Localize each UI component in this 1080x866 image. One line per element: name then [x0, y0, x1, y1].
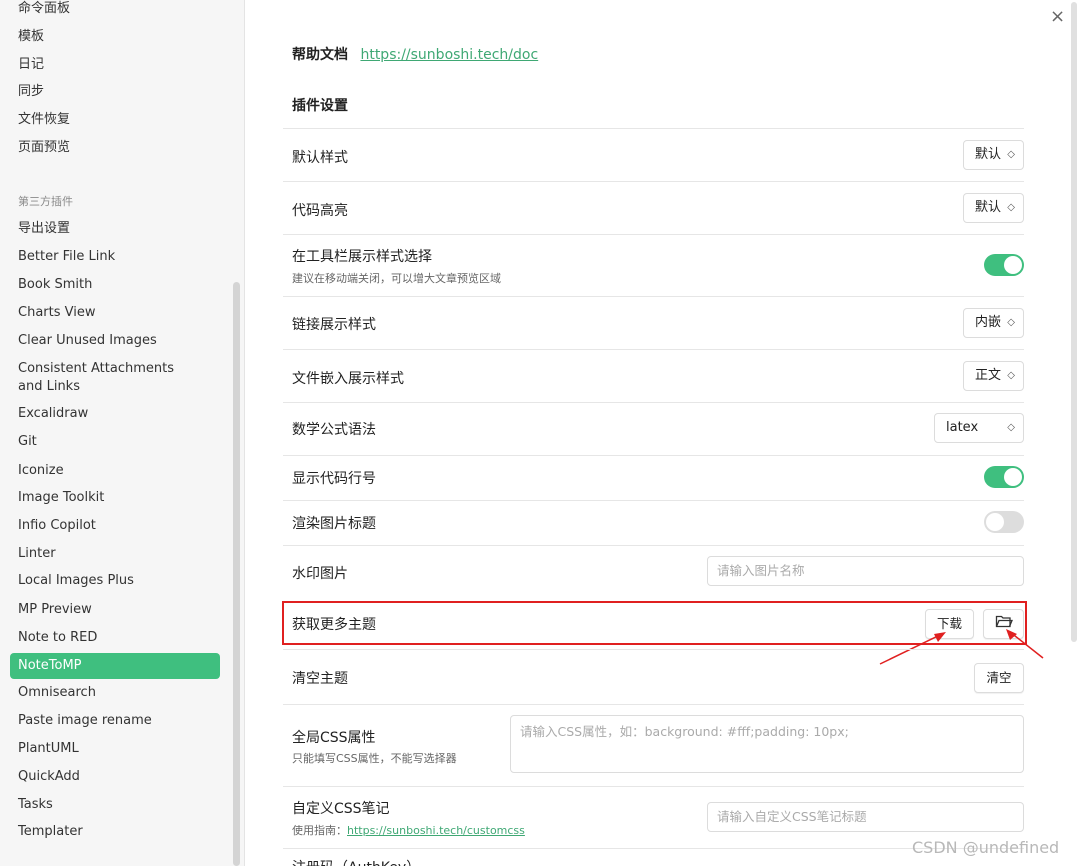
select-value: 默认	[975, 200, 1002, 215]
sidebar-item-consistent-attachments[interactable]: Consistent Attachments and Links	[10, 360, 200, 396]
select-value: 内嵌	[975, 315, 1002, 330]
select-value: 正文	[975, 368, 1002, 383]
settings-sidebar: 命令面板 模板 日记 同步 文件恢复 页面预览 第三方插件 导出设置 Bette…	[0, 0, 245, 866]
setting-label: 代码高亮	[292, 203, 348, 219]
chevron-updown-icon: ◇	[1007, 202, 1015, 213]
setting-math-syntax: 数学公式语法 latex ◇	[283, 402, 1024, 455]
setting-label: 在工具栏展示样式选择	[292, 249, 432, 265]
select-value: latex	[946, 420, 979, 435]
sidebar-item-infio-copilot[interactable]: Infio Copilot	[10, 517, 220, 535]
setting-default-style: 默认样式 默认 ◇	[283, 128, 1024, 181]
sidebar-item-note-to-red[interactable]: Note to RED	[10, 629, 220, 647]
sidebar-item-excalidraw[interactable]: Excalidraw	[10, 405, 220, 423]
chevron-updown-icon: ◇	[1007, 370, 1015, 381]
image-caption-toggle[interactable]	[984, 511, 1024, 533]
setting-watermark: 水印图片 请输入图片名称	[283, 545, 1024, 601]
toggle-knob	[1004, 468, 1022, 486]
sidebar-item-image-toolkit[interactable]: Image Toolkit	[10, 489, 220, 507]
line-numbers-toggle[interactable]	[984, 466, 1024, 488]
toolbar-style-toggle[interactable]	[984, 254, 1024, 276]
sidebar-item-file-recovery[interactable]: 文件恢复	[10, 111, 220, 129]
setting-label: 注册码（AuthKey）	[292, 857, 420, 866]
toggle-knob	[986, 513, 1004, 531]
setting-description: 只能填写CSS属性，不能写选择器	[292, 752, 457, 765]
setting-label: 清空主题	[292, 671, 348, 687]
setting-label: 渲染图片标题	[292, 516, 376, 532]
toggle-knob	[1004, 256, 1022, 274]
help-label: 帮助文档	[292, 47, 348, 63]
sidebar-item-templater[interactable]: Templater	[10, 823, 220, 841]
help-row: 帮助文档 https://sunboshi.tech/doc	[292, 44, 538, 64]
sidebar-item-linter[interactable]: Linter	[10, 545, 220, 563]
select-value: 默认	[975, 147, 1002, 162]
setting-link-style: 链接展示样式 内嵌 ◇	[283, 296, 1024, 349]
embed-style-select[interactable]: 正文 ◇	[963, 361, 1024, 391]
clear-theme-button[interactable]: 清空	[974, 663, 1024, 693]
custom-css-guide-link[interactable]: https://sunboshi.tech/customcss	[347, 824, 525, 837]
section-title: 插件设置	[292, 98, 348, 114]
code-highlight-select[interactable]: 默认 ◇	[963, 193, 1024, 223]
csdn-watermark: CSDN @undefined	[912, 838, 1060, 857]
sidebar-item-clear-unused-images[interactable]: Clear Unused Images	[10, 332, 220, 350]
close-icon[interactable]: ×	[1050, 6, 1065, 27]
setting-description: 建议在移动端关闭，可以增大文章预览区域	[292, 272, 501, 285]
sidebar-item-export-settings[interactable]: 导出设置	[10, 220, 220, 238]
sidebar-item-templates[interactable]: 模板	[10, 28, 220, 46]
sidebar-item-git[interactable]: Git	[10, 433, 220, 451]
sidebar-item-iconize[interactable]: Iconize	[10, 462, 220, 480]
setting-label: 默认样式	[292, 150, 348, 166]
chevron-updown-icon: ◇	[1007, 422, 1015, 433]
sidebar-item-better-file-link[interactable]: Better File Link	[10, 248, 220, 266]
sidebar-item-quickadd[interactable]: QuickAdd	[10, 768, 220, 786]
sidebar-item-page-preview[interactable]: 页面预览	[10, 139, 220, 157]
setting-label: 显示代码行号	[292, 471, 376, 487]
sidebar-item-plantuml[interactable]: PlantUML	[10, 740, 220, 758]
watermark-input[interactable]: 请输入图片名称	[707, 556, 1024, 586]
setting-toolbar-style: 在工具栏展示样式选择 建议在移动端关闭，可以增大文章预览区域	[283, 234, 1024, 296]
setting-image-caption: 渲染图片标题	[283, 500, 1024, 545]
sidebar-item-charts-view[interactable]: Charts View	[10, 304, 220, 322]
default-style-select[interactable]: 默认 ◇	[963, 140, 1024, 170]
setting-label: 水印图片	[292, 566, 348, 582]
sidebar-item-omnisearch[interactable]: Omnisearch	[10, 684, 220, 702]
help-link[interactable]: https://sunboshi.tech/doc	[360, 47, 538, 63]
sidebar-item-daily-notes[interactable]: 日记	[10, 56, 220, 74]
chevron-updown-icon: ◇	[1007, 317, 1015, 328]
setting-global-css: 全局CSS属性 只能填写CSS属性，不能写选择器 请输入CSS属性，如：back…	[283, 704, 1024, 786]
link-style-select[interactable]: 内嵌 ◇	[963, 308, 1024, 338]
sidebar-item-sync[interactable]: 同步	[10, 83, 220, 101]
setting-label: 自定义CSS笔记	[292, 801, 390, 817]
setting-label: 链接展示样式	[292, 317, 376, 333]
sidebar-item-command-palette[interactable]: 命令面板	[10, 0, 220, 18]
setting-clear-theme: 清空主题 清空	[283, 649, 1024, 704]
setting-description: 使用指南：https://sunboshi.tech/customcss	[292, 822, 525, 838]
setting-label: 文件嵌入展示样式	[292, 371, 404, 387]
setting-embed-style: 文件嵌入展示样式 正文 ◇	[283, 349, 1024, 402]
math-syntax-select[interactable]: latex ◇	[934, 413, 1024, 443]
setting-label: 数学公式语法	[292, 422, 376, 438]
sidebar-item-notetomp[interactable]: NoteToMP	[10, 653, 220, 679]
chevron-updown-icon: ◇	[1007, 149, 1015, 160]
sidebar-item-book-smith[interactable]: Book Smith	[10, 276, 220, 294]
custom-css-input[interactable]: 请输入自定义CSS笔记标题	[707, 802, 1024, 832]
sidebar-section-community-plugins: 第三方插件	[18, 195, 73, 208]
setting-line-numbers: 显示代码行号	[283, 455, 1024, 500]
sidebar-scrollbar[interactable]	[233, 282, 240, 866]
sidebar-item-paste-image-rename[interactable]: Paste image rename	[10, 712, 220, 730]
sidebar-item-tasks[interactable]: Tasks	[10, 796, 220, 814]
setting-code-highlight: 代码高亮 默认 ◇	[283, 181, 1024, 234]
setting-label: 全局CSS属性	[292, 730, 376, 746]
desc-prefix: 使用指南：	[292, 824, 347, 837]
main-scrollbar[interactable]	[1071, 2, 1077, 642]
sidebar-item-local-images-plus[interactable]: Local Images Plus	[10, 572, 220, 590]
global-css-textarea[interactable]: 请输入CSS属性，如：background: #fff;padding: 10p…	[510, 715, 1024, 773]
sidebar-item-mp-preview[interactable]: MP Preview	[10, 601, 220, 619]
